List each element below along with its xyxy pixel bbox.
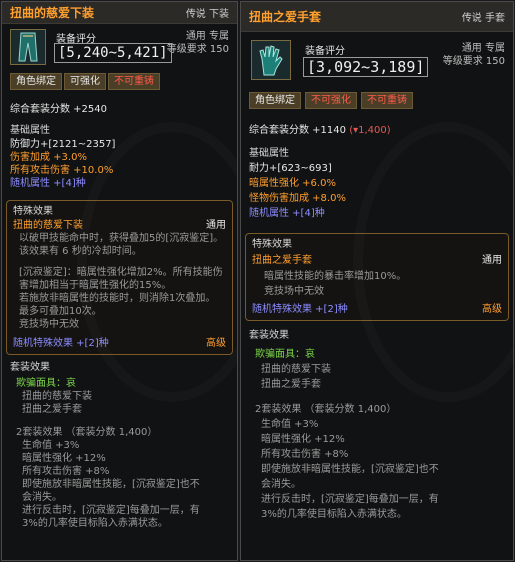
item-tooltip-gloves: 扭曲之爱手套 传说 手套 装备评分 [3,092~3,189] 通用 专属 等级… bbox=[240, 1, 514, 561]
set-score: 综合套装分数 +2540 bbox=[10, 104, 108, 115]
tooltip-header: 扭曲的慈爱下装 传说 下装 bbox=[2, 2, 237, 24]
set2-line: 生命值 +3% bbox=[22, 440, 80, 451]
tag-enhance: 可强化 bbox=[64, 73, 106, 90]
rating-value: [3,092~3,189] bbox=[303, 57, 429, 77]
gloves-icon bbox=[251, 40, 291, 80]
level-requirement: 等级要求 150 bbox=[442, 56, 505, 67]
set2-line: 所有攻击伤害 +8% bbox=[261, 449, 349, 460]
rating-value: [5,240~5,421] bbox=[54, 43, 172, 63]
set2-line: 会消失。 bbox=[261, 479, 301, 490]
set2-title: 2套装效果 （套装分数 1,400） bbox=[16, 427, 158, 438]
item-title: 扭曲的慈爱下装 bbox=[10, 6, 95, 20]
tag-bound: 角色绑定 bbox=[249, 92, 301, 109]
usage-text: 通用 专属 bbox=[185, 31, 229, 42]
item-tooltip-pants: 扭曲的慈爱下装 传说 下装 装备评分 [5,240~5,421] 通用 专属 等… bbox=[1, 1, 238, 561]
item-title: 扭曲之爱手套 bbox=[249, 10, 322, 24]
set2-line: 生命值 +3% bbox=[261, 419, 319, 430]
set2-line: 3%的几率使目标陷入赤满状态。 bbox=[22, 518, 168, 529]
tag-row: 角色绑定 不可强化 不可重铸 bbox=[241, 92, 513, 110]
item-meta: 通用 专属 等级要求 150 bbox=[443, 42, 505, 68]
pants-icon bbox=[10, 29, 46, 65]
tag-no-reforge: 不可重铸 bbox=[361, 92, 413, 109]
set2-line: 即使施放非暗属性技能，[沉寂鉴定]也不 bbox=[261, 464, 439, 475]
set2-title: 2套装效果 （套装分数 1,400） bbox=[255, 404, 397, 415]
tooltip-header: 扭曲之爱手套 传说 手套 bbox=[241, 2, 513, 32]
set2-line: 进行反击时，[沉寂鉴定]每叠加一层，有 bbox=[22, 505, 200, 516]
random-special: 随机特殊效果 +[2]种 bbox=[252, 304, 348, 315]
special-name: 扭曲之爱手套 bbox=[252, 255, 312, 266]
usage-text: 通用 专属 bbox=[461, 43, 505, 54]
tag-row: 角色绑定 可强化 不可重铸 bbox=[2, 73, 237, 91]
set2-line: 进行反击时，[沉寂鉴定]每叠加一层，有 bbox=[261, 494, 439, 505]
set2-line: 会消失。 bbox=[22, 492, 62, 503]
set2-line: 暗属性强化 +12% bbox=[261, 434, 345, 445]
rating-label: 装备评分 bbox=[305, 46, 345, 57]
special-name: 扭曲的慈爱下装 bbox=[13, 220, 83, 231]
set-score-delta: (▾1,400) bbox=[349, 125, 391, 136]
tag-no-enhance: 不可强化 bbox=[305, 92, 357, 109]
set-member: 扭曲之爱手套 bbox=[22, 404, 82, 415]
set2-line: 所有攻击伤害 +8% bbox=[22, 466, 110, 477]
set2-line: 即使施放非暗属性技能，[沉寂鉴定]也不 bbox=[22, 479, 200, 490]
tag-no-reforge: 不可重铸 bbox=[108, 73, 160, 90]
tag-bound: 角色绑定 bbox=[10, 73, 62, 90]
level-requirement: 等级要求 150 bbox=[166, 44, 229, 55]
item-meta: 通用 专属 等级要求 150 bbox=[167, 30, 229, 56]
set-score: 综合套装分数 +1140 bbox=[249, 125, 347, 136]
item-slot: 传说 手套 bbox=[461, 13, 505, 24]
item-slot: 传说 下装 bbox=[185, 9, 229, 20]
set2-line: 暗属性强化 +12% bbox=[22, 453, 106, 464]
set2-line: 3%的几率使目标陷入赤满状态。 bbox=[261, 509, 407, 520]
